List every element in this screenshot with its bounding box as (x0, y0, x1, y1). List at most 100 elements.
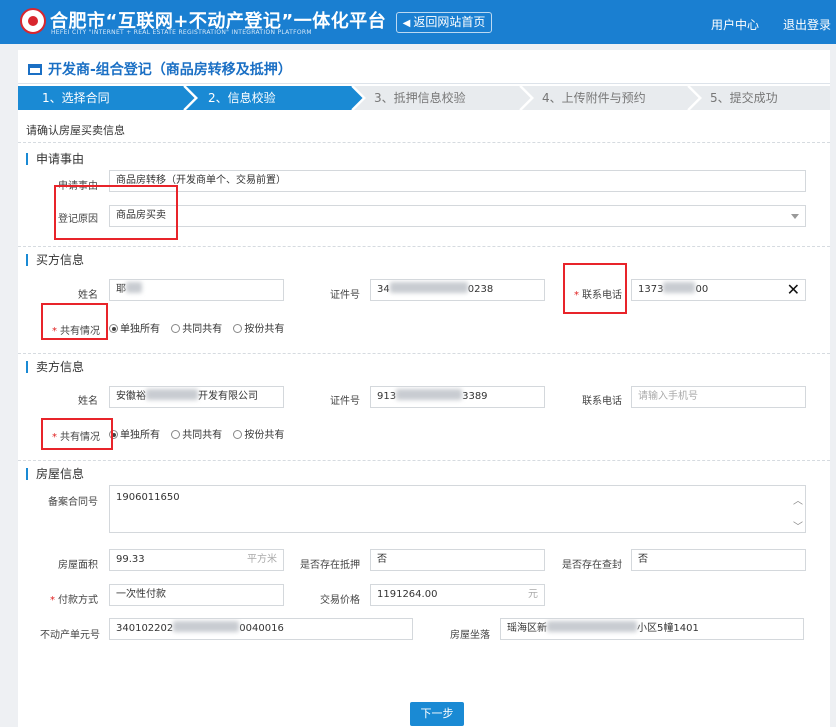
step-progress: 1、选择合同 2、信息校验 3、抵押信息校验 4、上传附件与预约 5、提交成功 (18, 86, 830, 110)
step-5: 5、提交成功 (710, 91, 778, 105)
back-home-label: 返回网站首页 (413, 15, 486, 29)
section-house-title: 房屋信息 (26, 468, 84, 480)
house-area-label: 房屋面积 (58, 560, 98, 571)
buyer-id-field[interactable]: 34 0238 (370, 279, 545, 301)
option-label: 共同共有 (182, 430, 223, 441)
annotation-box (54, 185, 178, 240)
payment-method-label: * 付款方式 (50, 595, 98, 606)
next-step-button[interactable]: 下一步 (410, 702, 464, 726)
logout-link[interactable]: 退出登录 (783, 16, 831, 33)
mortgage-exists-field[interactable]: 否 (370, 549, 545, 571)
apply-reason-field[interactable]: 商品房转移（开发商单个、交易前置） (109, 170, 806, 192)
house-location-field[interactable]: 瑶海区新 小区5幢1401 (500, 618, 804, 640)
confirm-notice: 请确认房屋买卖信息 (26, 124, 125, 137)
annotation-box (41, 418, 113, 450)
seller-phone-field[interactable]: 请输入手机号 (631, 386, 806, 408)
seller-id-suffix: 3389 (462, 391, 488, 402)
annotation-box (563, 263, 627, 314)
divider (18, 246, 830, 247)
house-area-value: 99.33 (116, 554, 145, 565)
seller-name-label: 姓名 (78, 396, 98, 407)
seller-share-option-joint[interactable]: 共同共有 (171, 430, 222, 441)
payment-method-label-text: 付款方式 (58, 595, 98, 606)
contract-no-textarea[interactable]: 1906011650 ︿ ﹀ (109, 485, 806, 533)
buyer-name-field[interactable]: 耶 (109, 279, 284, 301)
annotation-box (41, 303, 108, 340)
back-arrow-icon: ◀ (402, 18, 411, 29)
top-header: 合肥市“互联网+不动产登记”一体化平台 HEFEI CITY "INTERNET… (0, 0, 836, 44)
seller-phone-label: 联系电话 (582, 396, 622, 407)
seller-share-option-portion[interactable]: 按份共有 (233, 430, 284, 441)
house-location-suffix: 小区5幢1401 (637, 623, 699, 634)
seller-id-label: 证件号 (330, 396, 360, 407)
unit-no-suffix: 0040016 (239, 623, 284, 634)
redacted-mask (663, 282, 696, 293)
buyer-id-prefix: 34 (377, 284, 390, 295)
option-label: 单独所有 (120, 324, 160, 335)
trade-price-value: 1191264.00 (377, 589, 438, 600)
buyer-name-label: 姓名 (78, 290, 98, 301)
clear-icon[interactable]: ✕ (787, 280, 800, 300)
building-icon (28, 64, 42, 75)
redacted-mask (547, 621, 637, 632)
option-label: 共同共有 (182, 324, 223, 335)
buyer-phone-field[interactable]: 1373 00 ✕ (631, 279, 806, 301)
section-seller-title: 卖方信息 (26, 361, 84, 373)
user-center-link[interactable]: 用户中心 (711, 16, 759, 33)
option-label: 单独所有 (120, 430, 160, 441)
buyer-share-option-portion[interactable]: 按份共有 (233, 324, 284, 335)
option-label: 按份共有 (244, 430, 285, 441)
house-area-field[interactable]: 99.33 平方米 (109, 549, 284, 571)
back-home-button[interactable]: ◀ 返回网站首页 (396, 12, 492, 33)
divider (18, 142, 830, 143)
step-1: 1、选择合同 (42, 91, 110, 105)
register-cause-select[interactable]: 商品房买卖 (109, 205, 806, 227)
option-label: 按份共有 (244, 324, 285, 335)
scroll-up-icon[interactable]: ︿ (793, 492, 803, 507)
redacted-mask (173, 621, 240, 632)
trade-price-unit: 元 (528, 589, 538, 600)
title-divider (18, 83, 830, 84)
buyer-phone-suffix: 00 (695, 284, 709, 295)
seller-share-radio-group: 单独所有 共同共有 按份共有 (109, 426, 292, 441)
radio-icon (171, 324, 181, 333)
seller-name-field[interactable]: 安徽裕 开发有限公司 (109, 386, 284, 408)
unit-no-field[interactable]: 340102202 0040016 (109, 618, 413, 640)
page-title: 开发商-组合登记（商品房转移及抵押） (28, 59, 292, 79)
buyer-share-radio-group: 单独所有 共同共有 按份共有 (109, 320, 292, 335)
radio-icon (171, 430, 181, 439)
buyer-id-suffix: 0238 (467, 284, 494, 295)
redacted-mask (396, 389, 463, 400)
seller-name-suffix: 开发有限公司 (198, 391, 258, 402)
redacted-mask (389, 282, 468, 293)
redacted-mask (126, 282, 142, 293)
trade-price-field[interactable]: 1191264.00 元 (370, 584, 545, 606)
step-4: 4、上传附件与预约 (542, 91, 646, 105)
payment-method-field[interactable]: 一次性付款 (109, 584, 284, 606)
chevron-down-icon (791, 214, 799, 219)
seal-exists-field[interactable]: 否 (631, 549, 806, 571)
seal-exists-label: 是否存在查封 (562, 560, 622, 571)
section-apply-title: 申请事由 (26, 153, 84, 165)
seller-name-prefix: 安徽裕 (116, 391, 146, 402)
seller-id-prefix: 913 (377, 391, 397, 402)
buyer-phone-prefix: 1373 (638, 284, 664, 295)
seller-id-field[interactable]: 913 3389 (370, 386, 545, 408)
city-emblem-icon (20, 8, 46, 34)
mortgage-exists-label: 是否存在抵押 (300, 560, 360, 571)
seller-share-option-sole[interactable]: 单独所有 (109, 430, 160, 441)
step-2: 2、信息校验 (208, 91, 276, 105)
step-3: 3、抵押信息校验 (374, 91, 466, 105)
scroll-down-icon[interactable]: ﹀ (793, 518, 803, 533)
buyer-share-option-joint[interactable]: 共同共有 (171, 324, 222, 335)
house-location-label: 房屋坐落 (450, 630, 490, 641)
radio-checked-icon (109, 324, 118, 333)
contract-no-value: 1906011650 (116, 492, 180, 503)
radio-icon (233, 430, 243, 439)
unit-no-label: 不动产单元号 (40, 630, 100, 641)
buyer-share-option-sole[interactable]: 单独所有 (109, 324, 160, 335)
radio-icon (233, 324, 243, 333)
buyer-name-value: 耶 (116, 284, 126, 295)
buyer-id-label: 证件号 (330, 290, 360, 301)
page-title-text: 开发商-组合登记（商品房转移及抵押） (48, 62, 292, 78)
